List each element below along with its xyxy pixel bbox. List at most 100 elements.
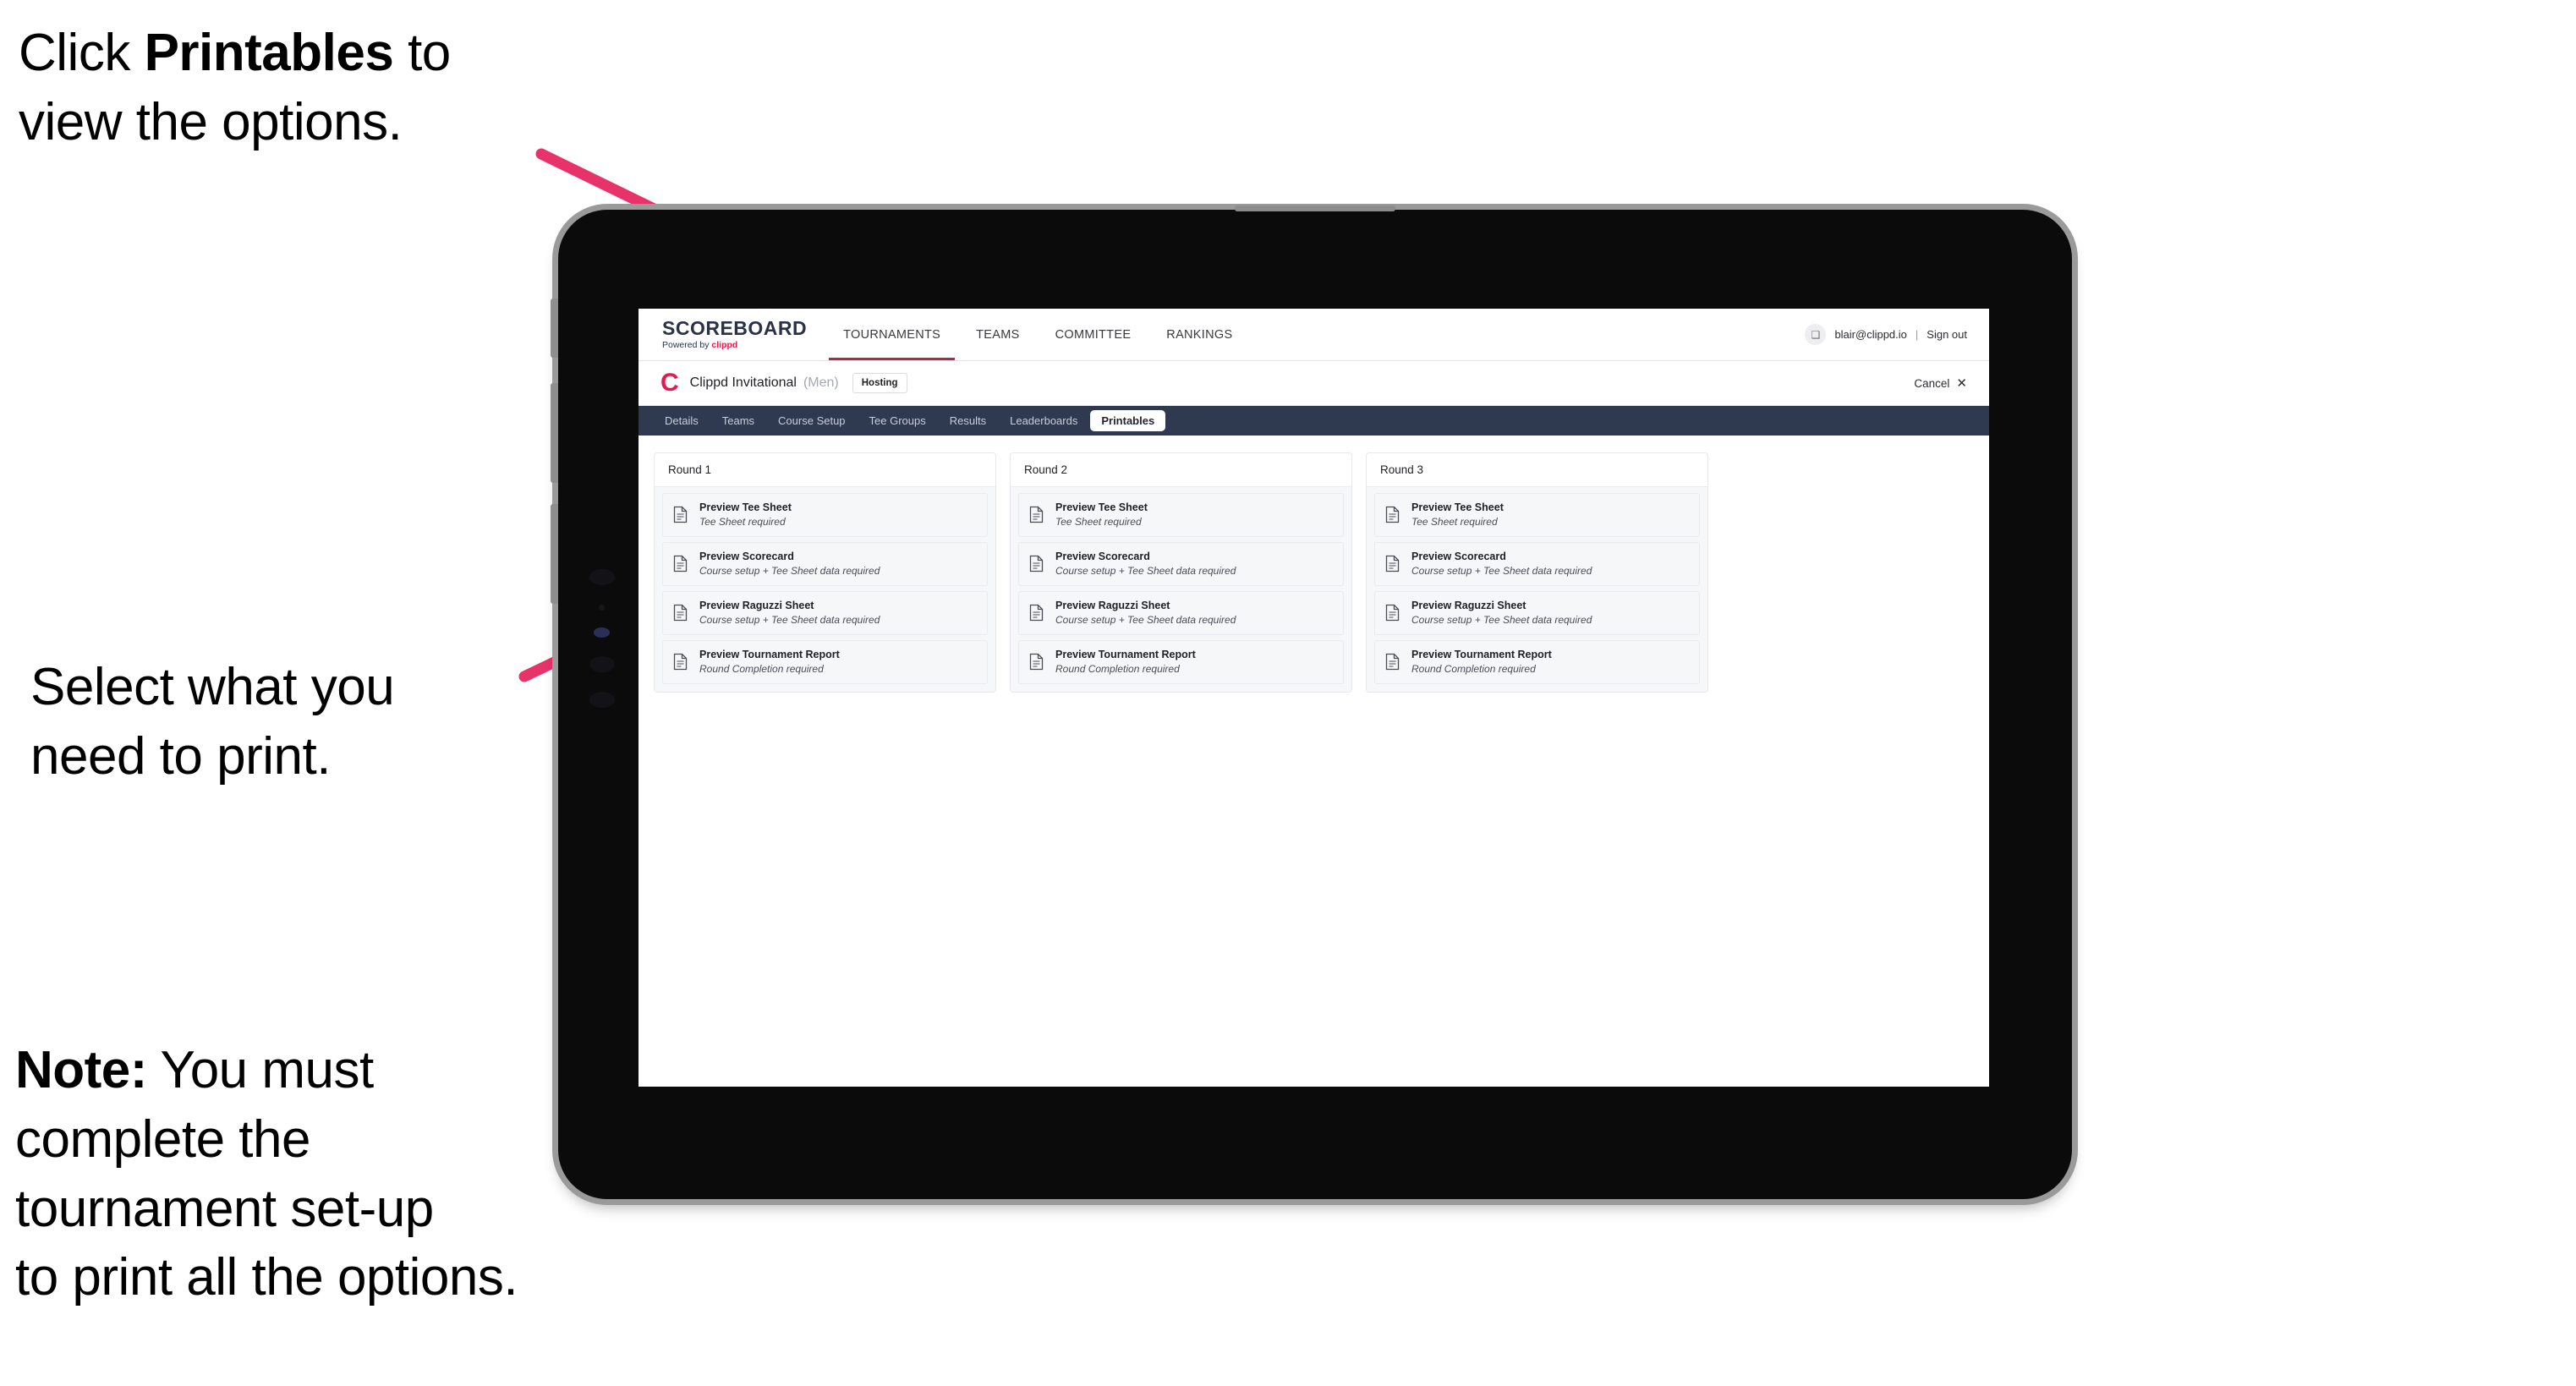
tablet-volume-up-button[interactable] <box>551 383 558 483</box>
printable-title: Preview Tournament Report <box>1055 648 1196 660</box>
primary-navigation: TOURNAMENTS TEAMS COMMITTEE RANKINGS <box>825 309 1250 360</box>
tablet-bezel-dot-5 <box>589 692 615 708</box>
cancel-button[interactable]: Cancel ✕ <box>1914 377 1967 390</box>
printables-panel: Round 1 Preview Tee Sheet Tee Sheet requ… <box>639 436 1989 709</box>
sign-out-link[interactable]: Sign out <box>1927 328 1967 341</box>
printable-tournament-report[interactable]: Preview Tournament Report Round Completi… <box>1374 639 1700 684</box>
document-icon <box>1385 653 1400 671</box>
tablet-bezel-dot-2 <box>599 605 605 611</box>
printable-requirement: Round Completion required <box>699 662 824 675</box>
document-icon <box>1385 604 1400 622</box>
printable-requirement: Tee Sheet required <box>1055 515 1142 528</box>
round-items: Preview Tee Sheet Tee Sheet required Pre… <box>655 487 995 692</box>
printable-tee-sheet[interactable]: Preview Tee Sheet Tee Sheet required <box>662 493 988 537</box>
printable-tournament-report[interactable]: Preview Tournament Report Round Completi… <box>662 639 988 684</box>
printable-requirement: Course setup + Tee Sheet data required <box>699 613 880 626</box>
document-icon <box>1029 653 1044 671</box>
tab-details[interactable]: Details <box>654 410 710 431</box>
tablet-power-button[interactable] <box>551 299 558 358</box>
tab-course-setup[interactable]: Course Setup <box>767 410 857 431</box>
cancel-label: Cancel <box>1914 376 1950 390</box>
printable-text: Preview Scorecard Course setup + Tee She… <box>699 551 880 577</box>
printable-text: Preview Raguzzi Sheet Course setup + Tee… <box>1411 600 1592 626</box>
tab-results[interactable]: Results <box>939 410 997 431</box>
tab-tee-groups[interactable]: Tee Groups <box>858 410 937 431</box>
brand-powered-prefix: Powered by <box>662 340 712 351</box>
annotation-note-bold: Note: <box>15 1041 147 1099</box>
tab-leaderboards[interactable]: Leaderboards <box>999 410 1088 431</box>
document-icon <box>1385 506 1400 523</box>
brand-subtitle: Powered by clippd <box>662 341 807 350</box>
topnav-item-teams[interactable]: TEAMS <box>958 309 1037 360</box>
printable-title: Preview Raguzzi Sheet <box>1055 599 1170 611</box>
printable-text: Preview Tee Sheet Tee Sheet required <box>699 501 792 528</box>
printable-requirement: Course setup + Tee Sheet data required <box>699 564 880 577</box>
tab-teams[interactable]: Teams <box>711 410 765 431</box>
document-icon <box>673 506 688 523</box>
printable-title: Preview Tournament Report <box>699 648 840 660</box>
printable-text: Preview Tournament Report Round Completi… <box>699 649 840 675</box>
tournament-gender: (Men) <box>803 375 839 390</box>
brand-powered-name: clippd <box>711 340 738 351</box>
printable-title: Preview Raguzzi Sheet <box>699 599 814 611</box>
printable-requirement: Course setup + Tee Sheet data required <box>1055 564 1236 577</box>
printable-raguzzi-sheet[interactable]: Preview Raguzzi Sheet Course setup + Tee… <box>1374 590 1700 635</box>
printable-title: Preview Tournament Report <box>1411 648 1552 660</box>
document-icon <box>1029 604 1044 622</box>
user-email: blair@clippd.io <box>1834 328 1907 341</box>
printable-scorecard[interactable]: Preview Scorecard Course setup + Tee She… <box>1018 541 1344 586</box>
topnav-item-committee[interactable]: COMMITTEE <box>1038 309 1149 360</box>
brand-logo[interactable]: SCOREBOARD Powered by clippd <box>639 309 825 360</box>
printable-requirement: Round Completion required <box>1411 662 1536 675</box>
annotation-click-printables: Click Printables to view the options. <box>19 19 577 157</box>
printable-requirement: Course setup + Tee Sheet data required <box>1411 564 1592 577</box>
topnav-item-tournaments[interactable]: TOURNAMENTS <box>825 309 958 360</box>
tournament-name: Clippd Invitational <box>689 375 797 390</box>
printable-title: Preview Scorecard <box>699 550 794 562</box>
annotation-select-to-print: Select what you need to print. <box>30 658 395 786</box>
printable-title: Preview Scorecard <box>1055 550 1150 562</box>
close-icon: ✕ <box>1956 375 1967 391</box>
printable-title: Preview Scorecard <box>1411 550 1506 562</box>
app-header: SCOREBOARD Powered by clippd TOURNAMENTS… <box>639 309 1989 361</box>
round-column: Round 2 Preview Tee Sheet Tee Sheet requ… <box>1010 452 1352 693</box>
tablet-volume-down-button[interactable] <box>551 504 558 604</box>
printable-text: Preview Tee Sheet Tee Sheet required <box>1055 501 1148 528</box>
printable-requirement: Course setup + Tee Sheet data required <box>1411 613 1592 626</box>
round-title: Round 3 <box>1367 453 1707 487</box>
tablet-device-frame: SCOREBOARD Powered by clippd TOURNAMENTS… <box>551 205 2072 1199</box>
printable-tee-sheet[interactable]: Preview Tee Sheet Tee Sheet required <box>1018 493 1344 537</box>
printable-requirement: Tee Sheet required <box>1411 515 1498 528</box>
document-icon <box>673 555 688 572</box>
avatar[interactable]: ❑ <box>1805 324 1827 345</box>
tablet-camera-lens <box>594 627 610 638</box>
tablet-screen: SCOREBOARD Powered by clippd TOURNAMENTS… <box>639 309 1989 1087</box>
printable-tournament-report[interactable]: Preview Tournament Report Round Completi… <box>1018 639 1344 684</box>
document-icon <box>1385 555 1400 572</box>
printable-tee-sheet[interactable]: Preview Tee Sheet Tee Sheet required <box>1374 493 1700 537</box>
tab-printables[interactable]: Printables <box>1090 410 1166 431</box>
round-column: Round 1 Preview Tee Sheet Tee Sheet requ… <box>654 452 996 693</box>
printable-text: Preview Scorecard Course setup + Tee She… <box>1411 551 1592 577</box>
printable-scorecard[interactable]: Preview Scorecard Course setup + Tee She… <box>1374 541 1700 586</box>
topnav-item-rankings[interactable]: RANKINGS <box>1148 309 1250 360</box>
annotation-top-prefix: Click <box>19 24 145 82</box>
printable-text: Preview Raguzzi Sheet Course setup + Tee… <box>699 600 880 626</box>
hosting-badge: Hosting <box>852 373 907 393</box>
tablet-bezel-dot-1 <box>589 569 615 585</box>
separator: | <box>1915 328 1919 341</box>
printable-title: Preview Tee Sheet <box>699 501 792 513</box>
printable-scorecard[interactable]: Preview Scorecard Course setup + Tee She… <box>662 541 988 586</box>
printable-requirement: Tee Sheet required <box>699 515 786 528</box>
round-items: Preview Tee Sheet Tee Sheet required Pre… <box>1011 487 1351 692</box>
printable-text: Preview Scorecard Course setup + Tee She… <box>1055 551 1236 577</box>
round-items: Preview Tee Sheet Tee Sheet required Pre… <box>1367 487 1707 692</box>
account-area: ❑ blair@clippd.io | Sign out <box>1805 309 1989 360</box>
printable-raguzzi-sheet[interactable]: Preview Raguzzi Sheet Course setup + Tee… <box>662 590 988 635</box>
clippd-c-icon: C <box>660 369 679 397</box>
printable-text: Preview Tournament Report Round Completi… <box>1055 649 1196 675</box>
printable-text: Preview Tee Sheet Tee Sheet required <box>1411 501 1504 528</box>
tablet-speaker-slit <box>1235 205 1395 211</box>
printable-raguzzi-sheet[interactable]: Preview Raguzzi Sheet Course setup + Tee… <box>1018 590 1344 635</box>
round-title: Round 2 <box>1011 453 1351 487</box>
